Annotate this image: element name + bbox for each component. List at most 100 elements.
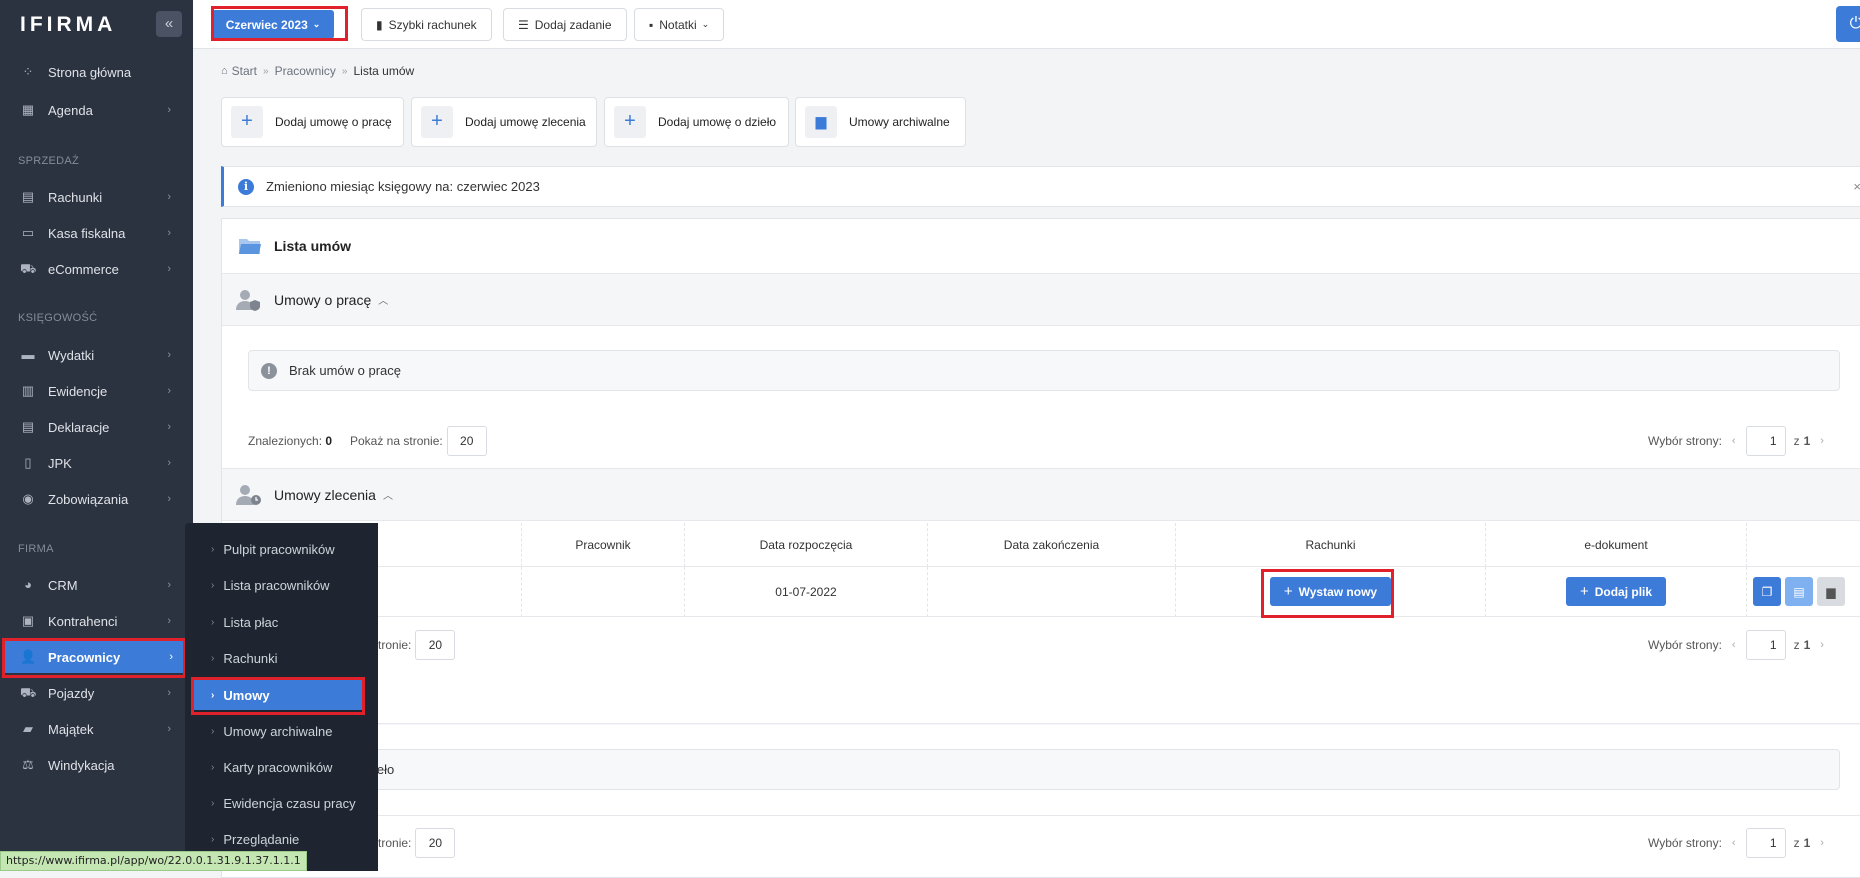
action-label: Dodaj umowę zlecenia — [465, 115, 586, 129]
sidebar-item-label: Ewidencje — [48, 383, 108, 399]
sidebar-item-records[interactable]: ▥ Ewidencje › — [0, 375, 193, 407]
submenu-item[interactable]: › Rachunki — [185, 643, 378, 673]
column-invoices: Rachunki — [1176, 523, 1486, 567]
breadcrumb-start[interactable]: Start — [232, 64, 257, 78]
found-label: Znalezionych: — [248, 434, 323, 448]
plus-icon: + — [614, 106, 646, 138]
sidebar-item-label: Kontrahenci — [48, 613, 118, 629]
plus-icon: + — [1283, 583, 1293, 600]
sidebar-item-home[interactable]: ⁘ Strona główna — [0, 56, 193, 88]
plus-icon: + — [231, 106, 263, 138]
notes-button[interactable]: ▪ Notatki ⌄ — [634, 8, 725, 41]
sidebar-item-expenses[interactable]: ▬ Wydatki › — [0, 339, 193, 371]
submenu-item[interactable]: › Pulpit pracowników — [185, 534, 378, 564]
submenu-label: Karty pracowników — [223, 759, 333, 775]
add-task-button[interactable]: ☰ Dodaj zadanie — [503, 8, 627, 41]
action-label: Umowy archiwalne — [849, 115, 950, 129]
page-total: 1 — [1803, 637, 1811, 652]
cart-icon: ⛟ — [20, 261, 37, 276]
sidebar-item-liabilities[interactable]: ◉ Zobowiązania › — [0, 483, 193, 515]
document-button[interactable]: ▤ — [1785, 577, 1813, 606]
submenu-label: Umowy — [223, 687, 270, 703]
page-of: z — [1793, 836, 1800, 850]
chevron-right-icon: › — [211, 761, 215, 773]
sidebar-item-ecommerce[interactable]: ⛟ eCommerce › — [0, 253, 193, 285]
sidebar-item-label: Agenda — [48, 102, 93, 118]
submenu-item[interactable]: › Przeglądanie — [185, 824, 378, 854]
column-e-document: e-dokument — [1486, 523, 1747, 567]
clipboard-icon: ▥ — [21, 383, 35, 398]
logout-button[interactable]: ⏻ — [1836, 6, 1860, 42]
page-selector: Wybór strony: ‹ 1 z 1 › — [1648, 828, 1834, 858]
add-commission-contract-button[interactable]: + Dodaj umowę zlecenia — [411, 97, 597, 147]
sidebar-item-declarations[interactable]: ▤ Deklaracje › — [0, 411, 193, 443]
page-total: 1 — [1803, 836, 1811, 850]
sidebar-item-agenda[interactable]: ▦ Agenda › — [0, 94, 193, 126]
employees-submenu: › Pulpit pracowników › Lista pracowników ›… — [185, 523, 378, 871]
add-file-button[interactable]: + Dodaj plik — [1565, 577, 1667, 606]
chevron-right-icon: › — [211, 725, 215, 737]
per-page-select[interactable]: 20 — [415, 629, 456, 660]
chevron-left-icon[interactable]: ‹ — [1732, 639, 1736, 651]
found-count: Znalezionych: 0 — [248, 434, 332, 448]
chevron-right-icon[interactable]: › — [1820, 837, 1824, 849]
sidebar-item-invoices[interactable]: ▤ Rachunki › — [0, 181, 193, 213]
cash-register-icon: ▭ — [21, 225, 35, 240]
month-label: Czerwiec 2023 — [225, 17, 308, 32]
submenu-item[interactable]: › Karty pracowników — [185, 752, 378, 782]
sidebar-item-assets[interactable]: ▰ Majątek › — [0, 713, 193, 745]
copy-button[interactable]: ❐ — [1753, 577, 1781, 606]
pie-icon: ◕ — [24, 577, 32, 592]
page-label: Wybór strony: — [1648, 836, 1722, 850]
sidebar-item-label: Pojazdy — [48, 685, 95, 701]
accounting-month-dropdown[interactable]: Czerwiec 2023 ⌄ — [212, 10, 334, 39]
submenu-item[interactable]: › Lista płac — [185, 607, 378, 637]
page-input[interactable]: 1 — [1745, 828, 1786, 858]
page-input[interactable]: 1 — [1745, 629, 1786, 660]
issue-new-invoice-button[interactable]: + Wystaw nowy — [1269, 577, 1392, 606]
close-icon[interactable]: × — [1853, 179, 1860, 194]
info-alert: i Zmieniono miesiąc księgowy na: czerwie… — [221, 166, 1860, 207]
cell-end-date — [928, 567, 1176, 617]
chevron-left-icon[interactable]: ‹ — [1732, 435, 1736, 447]
chevron-right-icon: › — [167, 457, 171, 469]
chevron-right-icon: › — [211, 652, 215, 664]
add-work-contract-button[interactable]: + Dodaj umowę o dzieło — [604, 97, 789, 147]
submenu-item[interactable]: › Ewidencja czasu pracy — [185, 788, 378, 818]
document-icon: ▤ — [21, 189, 35, 204]
chevron-left-icon[interactable]: ‹ — [1732, 837, 1736, 849]
cell-invoices: + Wystaw nowy — [1176, 567, 1486, 617]
page-of: z — [1793, 434, 1800, 448]
sidebar-item-vehicles[interactable]: ⛟ Pojazdy › — [0, 677, 193, 709]
archive-button[interactable]: ▆ — [1817, 577, 1845, 606]
add-employment-contract-button[interactable]: + Dodaj umowę o pracę — [221, 97, 404, 147]
collapse-sidebar-button[interactable]: « — [156, 11, 182, 37]
folder-icon — [238, 237, 262, 255]
per-page-select[interactable]: 20 — [446, 426, 487, 456]
chevron-right-icon[interactable]: › — [1820, 435, 1824, 447]
sidebar-item-crm[interactable]: ◕ CRM › — [0, 569, 193, 601]
sidebar-item-employees[interactable]: 👤 Pracownicy › — [4, 641, 185, 673]
submenu-item[interactable]: › Umowy archiwalne — [185, 716, 378, 746]
sidebar-item-contractors[interactable]: ▣ Kontrahenci › — [0, 605, 193, 637]
submenu-item[interactable]: › Lista pracowników — [185, 570, 378, 600]
work-section-header[interactable]: ︿ — [222, 672, 1860, 724]
panel-title: Lista umów — [274, 238, 352, 254]
quick-invoice-button[interactable]: ▮ Szybki rachunek — [361, 8, 492, 41]
sidebar-item-label: Majątek — [48, 721, 94, 737]
employment-pager: Znalezionych: 0 Pokaż na stronie: 20 Wybó… — [222, 414, 1860, 469]
commission-section-header[interactable]: Umowy zlecenia ︿ — [222, 469, 1860, 521]
archived-contracts-button[interactable]: ▆ Umowy archiwalne — [795, 97, 966, 147]
page-of: z — [1793, 637, 1800, 652]
sidebar-item-cash-register[interactable]: ▭ Kasa fiskalna › — [0, 217, 193, 249]
chevron-right-icon[interactable]: › — [1820, 639, 1824, 651]
empty-text: Brak umów o pracę — [289, 363, 401, 378]
per-page-select[interactable]: 20 — [415, 828, 456, 858]
submenu-item-active[interactable]: › Umowy — [193, 680, 365, 710]
employment-section-header[interactable]: Umowy o pracę ︿ — [222, 274, 1860, 326]
breadcrumb-employees[interactable]: Pracownicy — [275, 64, 336, 78]
sidebar-item-jpk[interactable]: ▯ JPK › — [0, 447, 193, 479]
sidebar-item-debt-collection[interactable]: ⚖ Windykacja — [0, 749, 193, 781]
money-icon: ▬ — [21, 347, 35, 362]
page-input[interactable]: 1 — [1745, 426, 1786, 456]
